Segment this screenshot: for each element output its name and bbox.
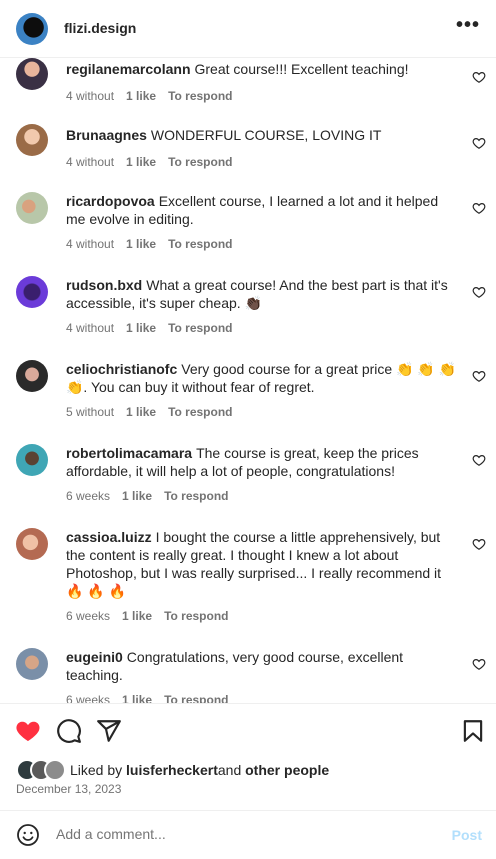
comment-username[interactable]: eugeini0	[66, 649, 123, 665]
commenter-avatar[interactable]	[16, 276, 48, 308]
comment-username[interactable]: ricardopovoa	[66, 193, 155, 209]
post-actions	[0, 704, 496, 758]
heart-outline-icon[interactable]	[472, 285, 486, 299]
reply-button[interactable]: To respond	[164, 693, 228, 703]
commenter-avatar[interactable]	[16, 528, 48, 560]
commenter-avatar[interactable]	[16, 444, 48, 476]
comment-time: 6 weeks	[66, 489, 111, 503]
comment-likes[interactable]: 1 like	[122, 609, 152, 623]
comment-time: 6 weeks	[66, 693, 111, 703]
comment-likes[interactable]: 1 like	[126, 155, 156, 169]
comment-likes[interactable]: 1 like	[126, 405, 156, 419]
comment-likes[interactable]: 1 like	[126, 89, 156, 103]
comments-list[interactable]: regilanemarcolann Great course!!! Excelle…	[0, 58, 496, 703]
commenter-avatar[interactable]	[16, 648, 48, 680]
comment-text: WONDERFUL COURSE, LOVING IT	[150, 127, 382, 143]
comment-username[interactable]: rudson.bxd	[66, 277, 142, 293]
liker-username[interactable]: luisferheckert	[126, 762, 218, 778]
commenter-avatar[interactable]	[16, 124, 48, 156]
comment-time: 6 weeks	[66, 609, 111, 623]
comment-username[interactable]: cassioa.luizz	[66, 529, 152, 545]
add-comment-bar: Post	[0, 810, 496, 859]
reply-button[interactable]: To respond	[164, 489, 228, 503]
comment-likes[interactable]: 1 like	[122, 693, 152, 703]
commenter-avatar[interactable]	[16, 192, 48, 224]
reply-button[interactable]: To respond	[168, 155, 232, 169]
post-date: December 13, 2023	[16, 782, 122, 796]
comment-time: 5 without	[66, 405, 115, 419]
comment-likes[interactable]: 1 like	[126, 321, 156, 335]
reply-button[interactable]: To respond	[168, 237, 232, 251]
heart-outline-icon[interactable]	[472, 70, 486, 84]
comment-username[interactable]: regilanemarcolann	[66, 61, 191, 77]
heart-outline-icon[interactable]	[472, 136, 486, 150]
comment-time: 4 without	[66, 237, 115, 251]
heart-outline-icon[interactable]	[472, 369, 486, 383]
comment-likes[interactable]: 1 like	[122, 489, 152, 503]
likes-joiner: and	[217, 762, 246, 778]
bookmark-icon[interactable]	[460, 718, 486, 744]
reply-button[interactable]: To respond	[168, 321, 232, 335]
commenter-avatar[interactable]	[16, 360, 48, 392]
share-icon[interactable]	[96, 718, 122, 744]
heart-outline-icon[interactable]	[472, 201, 486, 215]
other-likers-link[interactable]: other people	[245, 762, 329, 778]
post-button[interactable]: Post	[452, 827, 482, 843]
reply-button[interactable]: To respond	[164, 609, 228, 623]
reply-button[interactable]: To respond	[168, 89, 232, 103]
account-username[interactable]: flizi.design	[64, 20, 136, 36]
comment-time: 4 without	[66, 321, 115, 335]
comment-likes[interactable]: 1 like	[126, 237, 156, 251]
comment-icon[interactable]	[56, 718, 82, 744]
heart-filled-icon[interactable]	[15, 718, 41, 744]
three-dots-icon[interactable]: •••	[456, 15, 480, 35]
comment-text: Great course!!! Excellent teaching!	[194, 61, 409, 77]
comment-username[interactable]: robertolimacamara	[66, 445, 192, 461]
heart-outline-icon[interactable]	[472, 657, 486, 671]
comment-username[interactable]: Brunaagnes	[66, 127, 147, 143]
likes-prefix: Liked by	[70, 762, 127, 778]
comment-time: 4 without	[66, 89, 115, 103]
smiley-icon[interactable]	[16, 823, 40, 847]
commenter-avatar[interactable]	[16, 58, 48, 90]
add-comment-input[interactable]	[56, 826, 416, 842]
comment-username[interactable]: celiochristianofc	[66, 361, 177, 377]
comment-time: 4 without	[66, 155, 115, 169]
account-avatar[interactable]	[16, 13, 48, 45]
likes-summary[interactable]: Liked by luisferheckertand other people	[16, 758, 329, 782]
reply-button[interactable]: To respond	[168, 405, 232, 419]
heart-outline-icon[interactable]	[472, 453, 486, 467]
liker-avatar	[44, 759, 66, 781]
post-header: flizi.design •••	[0, 0, 496, 58]
heart-outline-icon[interactable]	[472, 537, 486, 551]
